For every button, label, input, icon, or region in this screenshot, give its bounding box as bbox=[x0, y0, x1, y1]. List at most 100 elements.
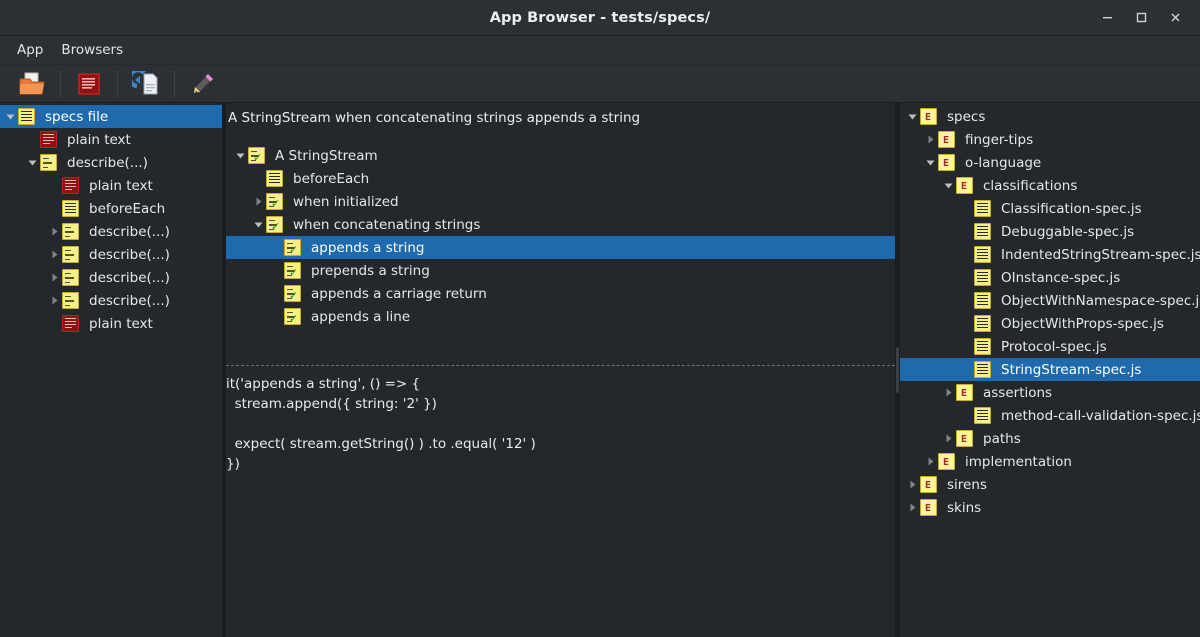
horizontal-splitter[interactable] bbox=[226, 363, 895, 369]
tree-row[interactable]: describe(...) bbox=[0, 243, 222, 266]
tree-row[interactable]: IndentedStringStream-spec.js bbox=[900, 243, 1200, 266]
menu-item-app[interactable]: App bbox=[8, 39, 52, 61]
chevron-down-icon[interactable] bbox=[24, 151, 40, 174]
tree-row[interactable]: StringStream-spec.js bbox=[900, 358, 1200, 381]
tree-row-label: describe(...) bbox=[67, 154, 148, 171]
chevron-down-icon[interactable] bbox=[922, 151, 938, 174]
tree-row[interactable]: Classification-spec.js bbox=[900, 197, 1200, 220]
close-icon[interactable] bbox=[1158, 3, 1192, 33]
yellow-note-icon bbox=[974, 245, 992, 264]
tree-row-label: A StringStream bbox=[275, 147, 378, 164]
tree-row-label: Protocol-spec.js bbox=[1001, 338, 1107, 355]
tree-row[interactable]: ObjectWithProps-spec.js bbox=[900, 312, 1200, 335]
folder-icon: E bbox=[938, 130, 956, 149]
tree-row-label: when concatenating strings bbox=[293, 216, 481, 233]
tree-row[interactable]: beforeEach bbox=[226, 167, 895, 190]
chevron-down-icon[interactable] bbox=[904, 105, 920, 128]
tree-row[interactable]: describe(...) bbox=[0, 266, 222, 289]
tree-row[interactable]: describe(...) bbox=[0, 220, 222, 243]
tree-row[interactable]: Debuggable-spec.js bbox=[900, 220, 1200, 243]
tree-row[interactable]: ✓ appends a line bbox=[226, 305, 895, 328]
tree-row[interactable]: beforeEach bbox=[0, 197, 222, 220]
tree-row[interactable]: Efinger-tips bbox=[900, 128, 1200, 151]
tree-row[interactable]: specs file bbox=[0, 105, 222, 128]
left-tree-pane[interactable]: specs file plain text describe(...) plain t… bbox=[0, 103, 222, 637]
tree-row[interactable]: ✓ appends a carriage return bbox=[226, 282, 895, 305]
code-line: stream.append({ string: '2' }) bbox=[226, 396, 437, 412]
tree-row-label: specs file bbox=[45, 108, 109, 125]
tree-row-label: specs bbox=[947, 108, 986, 125]
red-note-icon bbox=[78, 72, 100, 95]
tree-row[interactable]: Eclassifications bbox=[900, 174, 1200, 197]
tree-row[interactable]: Eassertions bbox=[900, 381, 1200, 404]
tree-row-label: paths bbox=[983, 430, 1021, 447]
tree-row-label: finger-tips bbox=[965, 131, 1034, 148]
open-folder-icon bbox=[19, 72, 45, 94]
tree-row-label: beforeEach bbox=[293, 170, 370, 187]
chevron-down-icon[interactable] bbox=[232, 144, 248, 167]
tree-row-label: appends a string bbox=[311, 239, 425, 256]
specs-file-button[interactable] bbox=[63, 67, 115, 101]
chevron-right-icon[interactable] bbox=[904, 473, 920, 496]
passing-spec-icon: ✓ bbox=[248, 146, 266, 165]
tree-row[interactable]: OInstance-spec.js bbox=[900, 266, 1200, 289]
chevron-right-icon[interactable] bbox=[46, 266, 62, 289]
chevron-right-icon[interactable] bbox=[922, 128, 938, 151]
tree-row-label: IndentedStringStream-spec.js bbox=[1001, 246, 1200, 263]
tree-row-label: sirens bbox=[947, 476, 987, 493]
folder-icon: E bbox=[956, 176, 974, 195]
chevron-right-icon[interactable] bbox=[922, 450, 938, 473]
open-folder-button[interactable] bbox=[6, 67, 58, 101]
tree-row[interactable]: Eimplementation bbox=[900, 450, 1200, 473]
chevron-down-icon[interactable] bbox=[940, 174, 956, 197]
tree-row[interactable]: plain text bbox=[0, 174, 222, 197]
reload-document-button[interactable] bbox=[120, 67, 172, 101]
code-view[interactable]: it('appends a string', () => { stream.ap… bbox=[226, 369, 895, 637]
tree-row[interactable]: ✓ when concatenating strings bbox=[226, 213, 895, 236]
file-tree-pane[interactable]: Especs Efinger-tips Eo-language Eclassifica… bbox=[900, 103, 1200, 637]
tree-row[interactable]: ✓ prepends a string bbox=[226, 259, 895, 282]
spec-tree[interactable]: ✓ A StringStream beforeEach ✓ when initializ… bbox=[226, 132, 895, 363]
chevron-right-icon[interactable] bbox=[46, 220, 62, 243]
menu-bar: App Browsers bbox=[0, 36, 1200, 65]
tree-row[interactable]: Eo-language bbox=[900, 151, 1200, 174]
tree-row[interactable]: method-call-validation-spec.js bbox=[900, 404, 1200, 427]
tree-row[interactable]: ✓ A StringStream bbox=[226, 144, 895, 167]
chevron-down-icon[interactable] bbox=[250, 213, 266, 236]
tree-row[interactable]: plain text bbox=[0, 128, 222, 151]
edit-pencil-button[interactable] bbox=[177, 67, 229, 101]
tree-row-label: OInstance-spec.js bbox=[1001, 269, 1121, 286]
tree-row-label: appends a line bbox=[311, 308, 411, 325]
chevron-down-icon[interactable] bbox=[2, 105, 18, 128]
chevron-right-icon[interactable] bbox=[46, 289, 62, 312]
tree-row[interactable]: Eskins bbox=[900, 496, 1200, 519]
tree-row[interactable]: ObjectWithNamespace-spec.js bbox=[900, 289, 1200, 312]
chevron-right-icon[interactable] bbox=[250, 190, 266, 213]
tree-row[interactable]: plain text bbox=[0, 312, 222, 335]
tree-row[interactable]: Protocol-spec.js bbox=[900, 335, 1200, 358]
tree-row[interactable]: Epaths bbox=[900, 427, 1200, 450]
menu-item-browsers[interactable]: Browsers bbox=[52, 39, 132, 61]
tree-row[interactable]: describe(...) bbox=[0, 151, 222, 174]
tree-row[interactable]: ✓ appends a string bbox=[226, 236, 895, 259]
chevron-right-icon[interactable] bbox=[904, 496, 920, 519]
chevron-right-icon[interactable] bbox=[940, 381, 956, 404]
chevron-right-icon[interactable] bbox=[940, 427, 956, 450]
tree-row[interactable]: describe(...) bbox=[0, 289, 222, 312]
chevron-right-icon[interactable] bbox=[46, 243, 62, 266]
tree-row[interactable]: ✓ when initialized bbox=[226, 190, 895, 213]
tree-row[interactable]: Especs bbox=[900, 105, 1200, 128]
minimize-icon[interactable] bbox=[1090, 3, 1124, 33]
maximize-icon[interactable] bbox=[1124, 3, 1158, 33]
describe-note-icon bbox=[62, 245, 80, 264]
tree-row[interactable]: Esirens bbox=[900, 473, 1200, 496]
